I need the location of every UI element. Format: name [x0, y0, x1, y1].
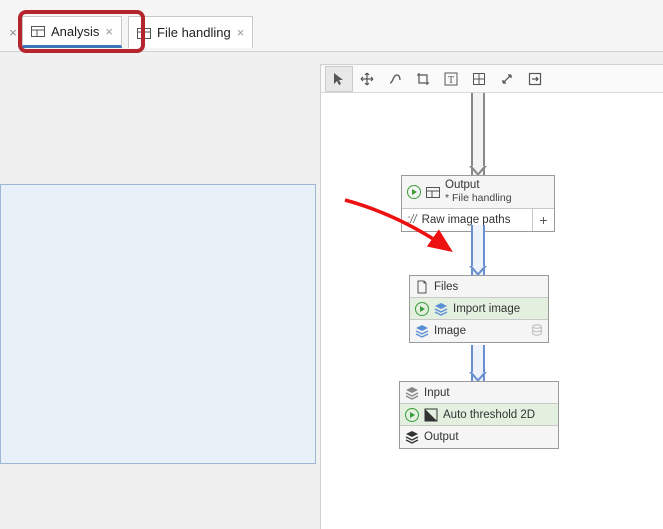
- layers-grey-icon: [405, 386, 419, 400]
- curve-tool[interactable]: [381, 66, 409, 92]
- node-action-row[interactable]: Import image: [410, 298, 548, 320]
- node-slot-input: Input: [400, 382, 558, 404]
- node-slot-image: Image: [410, 320, 548, 342]
- add-button[interactable]: +: [532, 209, 554, 231]
- connection: [471, 345, 485, 381]
- node-auto-threshold-2d[interactable]: Input Auto threshold 2D Output: [399, 381, 559, 449]
- node-slot-files: Files: [410, 276, 548, 298]
- close-icon[interactable]: ×: [105, 24, 113, 39]
- action-label: Auto threshold 2D: [443, 409, 535, 421]
- compartment-icon: [137, 26, 151, 40]
- path-prefix: ://: [407, 214, 417, 226]
- slot-label: Files: [434, 281, 458, 293]
- connection: [471, 93, 485, 175]
- move-tool[interactable]: [353, 66, 381, 92]
- database-icon: [531, 324, 543, 339]
- svg-text:T: T: [448, 75, 454, 86]
- tab-label: Analysis: [51, 24, 99, 39]
- tab-file-handling[interactable]: File handling ×: [128, 16, 253, 48]
- node-import-image[interactable]: Files Import image Image: [409, 275, 549, 343]
- layers-bw-icon: [405, 430, 419, 444]
- fit-tool[interactable]: [521, 66, 549, 92]
- node-action-row[interactable]: Auto threshold 2D: [400, 404, 558, 426]
- tab-label: File handling: [157, 25, 231, 40]
- connection: [471, 225, 485, 275]
- node-output-file-handling[interactable]: Output * File handling :// Raw image pat…: [401, 175, 555, 232]
- action-label: Import image: [453, 303, 520, 315]
- compartment-icon: [426, 185, 440, 199]
- slot-label: Image: [434, 325, 466, 337]
- graph-canvas[interactable]: T Output * File handling :// Raw: [320, 64, 663, 529]
- compartment-icon: [31, 24, 45, 38]
- node-slot-output: Output: [400, 426, 558, 448]
- expand-tool[interactable]: [493, 66, 521, 92]
- file-icon: [415, 280, 429, 294]
- play-icon[interactable]: [405, 408, 419, 422]
- canvas-toolbar: T: [321, 65, 663, 93]
- close-icon[interactable]: ×: [4, 16, 22, 48]
- node-header: Output * File handling: [402, 176, 554, 209]
- play-icon[interactable]: [407, 185, 421, 199]
- tab-analysis[interactable]: Analysis ×: [22, 16, 122, 48]
- pointer-tool[interactable]: [325, 66, 353, 92]
- side-panel: [0, 184, 316, 464]
- text-tool[interactable]: T: [437, 66, 465, 92]
- slot-label: Raw image paths: [422, 214, 511, 226]
- layers-icon: [434, 302, 448, 316]
- node-title: Output * File handling: [445, 179, 512, 205]
- slot-label: Output: [424, 431, 459, 443]
- threshold-icon: [424, 408, 438, 422]
- slot-label: Input: [424, 387, 450, 399]
- close-icon[interactable]: ×: [237, 25, 245, 40]
- play-icon[interactable]: [415, 302, 429, 316]
- crop-tool[interactable]: [409, 66, 437, 92]
- tab-bar: × Analysis × File handling ×: [0, 0, 663, 52]
- grid-tool[interactable]: [465, 66, 493, 92]
- layers-icon: [415, 324, 429, 338]
